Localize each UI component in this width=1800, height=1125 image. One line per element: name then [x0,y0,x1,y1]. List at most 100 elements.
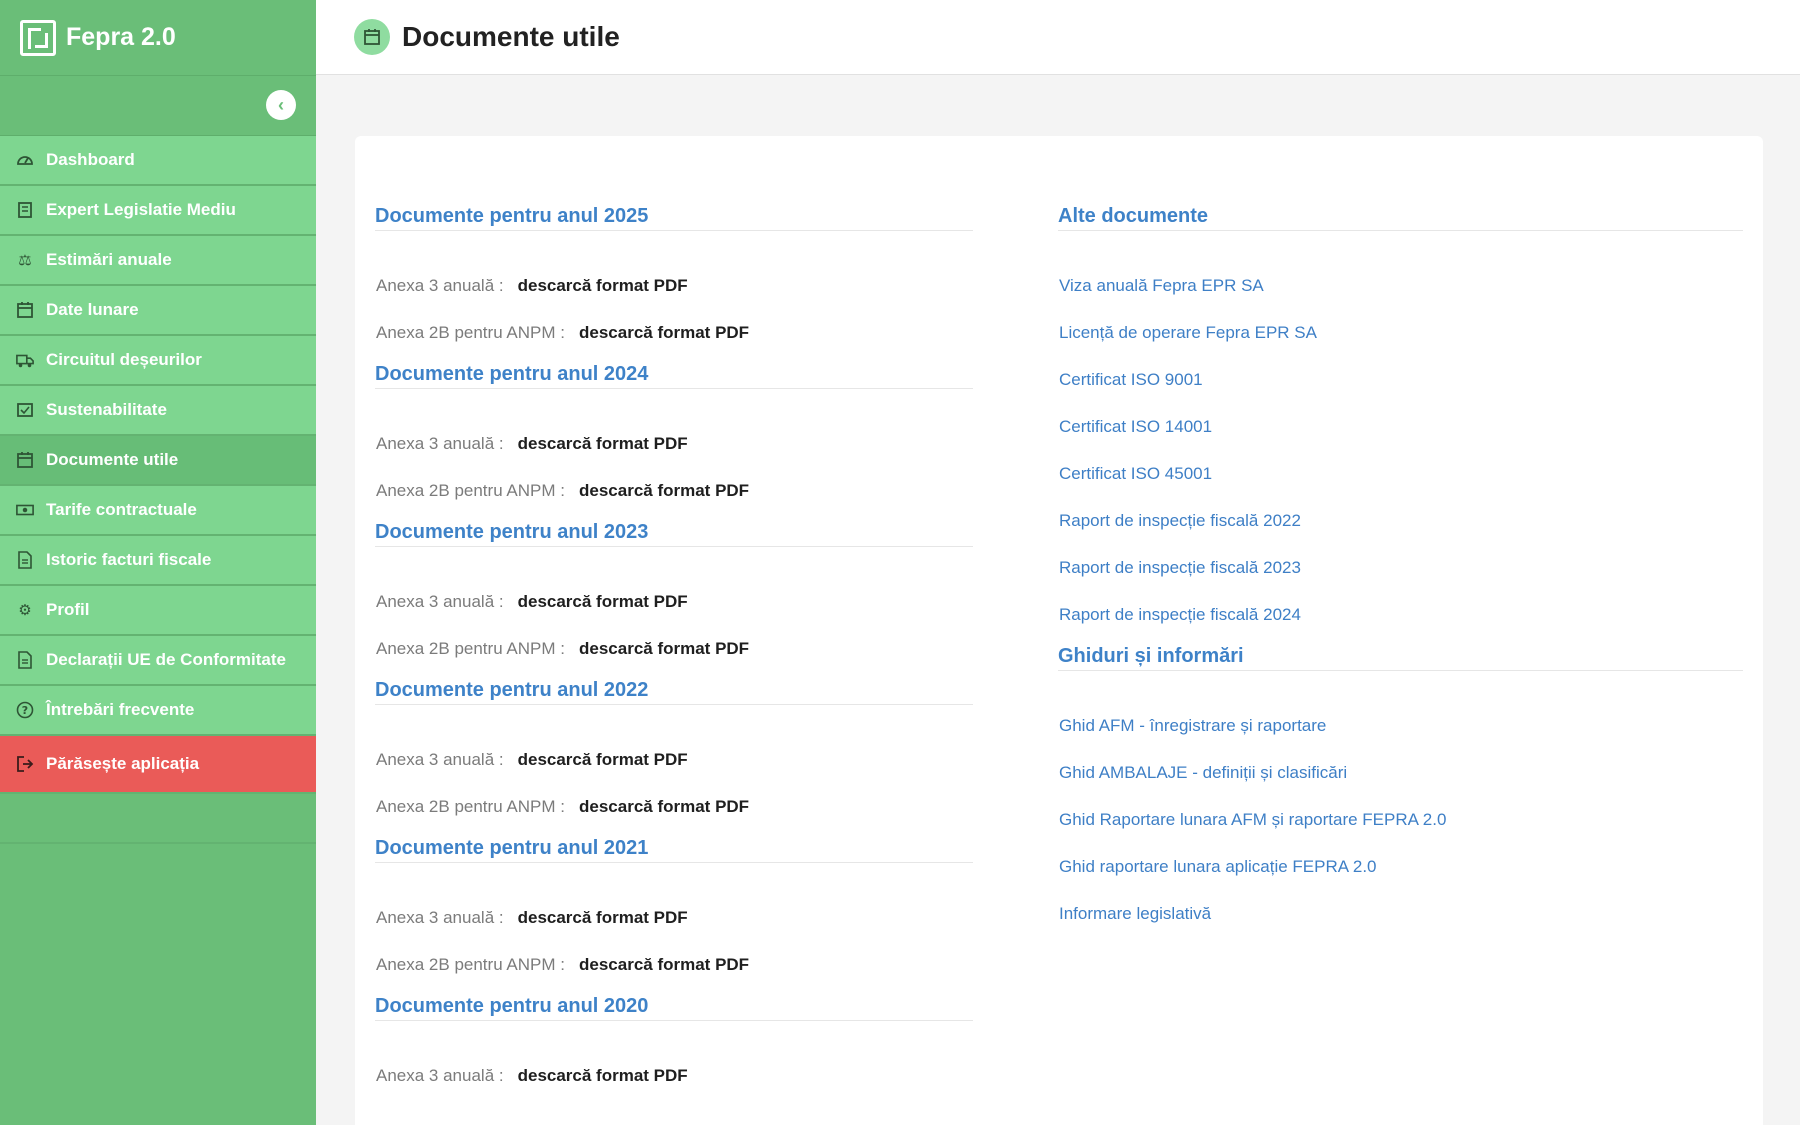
download-pdf-link[interactable]: descarcă format PDF [518,434,688,454]
doc-row: Anexa 3 anuală : descarcă format PDF [375,894,973,941]
sidebar-item-intrebari-frecvente[interactable]: ? Întrebări frecvente [0,686,316,736]
guide-link[interactable]: Informare legislativă [1058,890,1743,937]
app-name: Fepra 2.0 [66,23,176,51]
question-icon: ? [16,701,34,719]
sidebar-filler [0,794,316,844]
download-pdf-link[interactable]: descarcă format PDF [518,908,688,928]
doc-row: Anexa 3 anuală : descarcă format PDF [375,420,973,467]
download-pdf-link[interactable]: descarcă format PDF [579,639,749,659]
document-link[interactable]: Raport de inspecție fiscală 2023 [1058,544,1743,591]
sidebar-item-tarife-contractuale[interactable]: Tarife contractuale [0,486,316,536]
download-pdf-link[interactable]: descarcă format PDF [579,481,749,501]
truck-icon [16,351,34,369]
doc-label: Anexa 3 anuală : [376,433,504,453]
doc-label: Anexa 2B pentru ANPM : [376,638,565,658]
brand[interactable]: Fepra 2.0 [0,0,316,76]
sidebar-item-label: Documente utile [46,450,179,469]
calendar-icon [354,19,390,55]
sidebar-item-label: Dashboard [46,150,135,169]
sidebar-item-expert-legislatie[interactable]: Expert Legislatie Mediu [0,186,316,236]
logout-button[interactable]: Părăsește aplicația [0,736,316,794]
document-link[interactable]: Raport de inspecție fiscală 2024 [1058,591,1743,638]
doc-label: Anexa 2B pentru ANPM : [376,954,565,974]
section-title-2024: Documente pentru anul 2024 [375,356,973,389]
document-link[interactable]: Certificat ISO 14001 [1058,403,1743,450]
section-title-2020: Documente pentru anul 2020 [375,988,973,1021]
sidebar-item-profil[interactable]: ⚙ Profil [0,586,316,636]
doc-row: Anexa 3 anuală : descarcă format PDF [375,578,973,625]
doc-label: Anexa 3 anuală : [376,275,504,295]
download-pdf-link[interactable]: descarcă format PDF [579,797,749,817]
doc-label: Anexa 3 anuală : [376,1065,504,1085]
document-link[interactable]: Licență de operare Fepra EPR SA [1058,309,1743,356]
sidebar-item-label: Expert Legislatie Mediu [46,200,236,219]
sidebar-item-label: Estimări anuale [46,250,172,269]
download-pdf-link[interactable]: descarcă format PDF [579,955,749,975]
doc-row: Anexa 2B pentru ANPM : descarcă format P… [375,309,973,356]
guide-link[interactable]: Ghid Raportare lunara AFM și raportare F… [1058,796,1743,843]
logout-label: Părăsește aplicația [46,754,200,773]
sidebar-collapse-row: ‹ [0,76,316,136]
download-pdf-link[interactable]: descarcă format PDF [579,323,749,343]
section-title-guides: Ghiduri și informări [1058,638,1743,671]
doc-row: Anexa 2B pentru ANPM : descarcă format P… [375,941,973,988]
guide-link[interactable]: Ghid raportare lunara aplicație FEPRA 2.… [1058,843,1743,890]
guide-link[interactable]: Ghid AMBALAJE - definiții și clasificări [1058,749,1743,796]
fepra-logo-icon [20,19,56,56]
doc-row: Anexa 3 anuală : descarcă format PDF [375,262,973,309]
doc-row: Anexa 3 anuală : descarcă format PDF [375,736,973,783]
doc-row: Anexa 2B pentru ANPM : descarcă format P… [375,783,973,830]
other-documents-column: Alte documente Viza anuală Fepra EPR SA … [1058,198,1743,937]
sidebar-item-label: Circuitul deșeurilor [46,350,202,369]
section-title-2023: Documente pentru anul 2023 [375,514,973,547]
doc-label: Anexa 3 anuală : [376,591,504,611]
doc-row: Anexa 3 anuală : descarcă format PDF [375,1052,973,1099]
calendar-check-icon [16,401,34,419]
sidebar-item-estimari-anuale[interactable]: ⚖ Estimări anuale [0,236,316,286]
gauge-icon [16,151,34,169]
header: Documente utile [316,0,1800,75]
book-icon [16,201,34,219]
sidebar-item-date-lunare[interactable]: Date lunare [0,286,316,336]
doc-label: Anexa 3 anuală : [376,907,504,927]
svg-text:?: ? [22,704,28,717]
sidebar-item-circuitul-deseurilor[interactable]: Circuitul deșeurilor [0,336,316,386]
document-link[interactable]: Raport de inspecție fiscală 2022 [1058,497,1743,544]
document-link[interactable]: Viza anuală Fepra EPR SA [1058,262,1743,309]
download-pdf-link[interactable]: descarcă format PDF [518,592,688,612]
money-icon [16,501,34,519]
doc-label: Anexa 2B pentru ANPM : [376,796,565,816]
gears-icon: ⚙ [18,602,32,619]
file-icon [16,651,34,669]
calendar-icon [16,451,34,469]
sidebar-item-dashboard[interactable]: Dashboard [0,136,316,186]
sidebar-item-declaratii-ue[interactable]: Declarații UE de Conformitate [0,636,316,686]
download-pdf-link[interactable]: descarcă format PDF [518,276,688,296]
sidebar-item-label: Declarații UE de Conformitate [46,650,286,669]
download-pdf-link[interactable]: descarcă format PDF [518,1066,688,1086]
sidebar-item-label: Sustenabilitate [46,400,167,419]
sidebar-item-documente-utile[interactable]: Documente utile [0,436,316,486]
doc-row: Anexa 2B pentru ANPM : descarcă format P… [375,625,973,672]
sidebar-item-label: Profil [46,600,90,619]
section-title-2025: Documente pentru anul 2025 [375,198,973,231]
sidebar-item-label: Istoric facturi fiscale [46,550,212,569]
file-icon [16,551,34,569]
sidebar: Fepra 2.0 ‹ Dashboard Expert Legislatie … [0,0,316,1125]
sidebar-item-label: Date lunare [46,300,139,319]
section-title-other-docs: Alte documente [1058,198,1743,231]
download-pdf-link[interactable]: descarcă format PDF [518,750,688,770]
sidebar-item-istoric-facturi[interactable]: Istoric facturi fiscale [0,536,316,586]
section-title-2021: Documente pentru anul 2021 [375,830,973,863]
page-title: Documente utile [402,21,620,52]
document-link[interactable]: Certificat ISO 9001 [1058,356,1743,403]
document-link[interactable]: Certificat ISO 45001 [1058,450,1743,497]
chevron-left-icon[interactable]: ‹ [266,90,296,120]
guide-link[interactable]: Ghid AFM - înregistrare și raportare [1058,702,1743,749]
doc-row: Anexa 2B pentru ANPM : descarcă format P… [375,467,973,514]
sidebar-item-sustenabilitate[interactable]: Sustenabilitate [0,386,316,436]
sidebar-item-label: Întrebări frecvente [46,700,195,719]
calendar-icon [16,301,34,319]
sidebar-item-label: Tarife contractuale [46,500,197,519]
logout-icon [16,755,34,773]
